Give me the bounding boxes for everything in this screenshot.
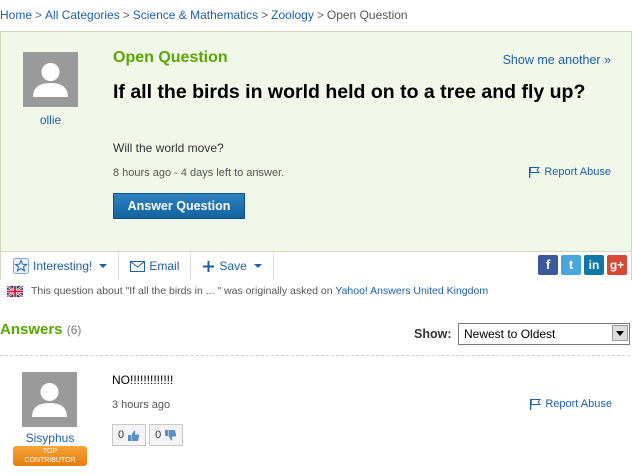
origin-site-link[interactable]: Yahoo! Answers United Kingdom xyxy=(335,285,488,297)
twitter-icon[interactable]: t xyxy=(561,255,581,275)
question-meta: 8 hours ago - 4 days left to answer. xyxy=(113,167,285,179)
answer-votes: 0 0 xyxy=(112,424,184,446)
flag-icon xyxy=(530,399,542,410)
answers-heading-label: Answers xyxy=(0,321,63,338)
breadcrumb-separator: > xyxy=(122,8,130,22)
sort-order-select[interactable]: Newest to Oldest xyxy=(458,323,630,345)
thumbs-up-icon xyxy=(128,430,140,441)
question-detail: Will the world move? xyxy=(113,141,224,155)
answer-question-button[interactable]: Answer Question xyxy=(113,193,245,219)
thumbs-down-count: 0 xyxy=(155,429,162,441)
dropdown-arrow-icon[interactable] xyxy=(612,325,628,341)
asker-name[interactable]: ollie xyxy=(23,113,78,127)
flag-icon xyxy=(529,167,541,178)
question-panel: ollie Open Question Show me another » If… xyxy=(0,31,632,280)
envelope-icon xyxy=(130,260,146,272)
thumbs-up-button[interactable]: 0 xyxy=(112,424,147,446)
answers-heading: Answers (6) xyxy=(0,321,81,338)
user-silhouette-icon xyxy=(22,372,77,427)
show-another-link[interactable]: Show me another » xyxy=(503,53,611,67)
breadcrumb: Home > All Categories > Science & Mathematic… xyxy=(0,8,408,22)
sort-order-value: Newest to Oldest xyxy=(464,327,556,341)
asker-avatar[interactable] xyxy=(23,52,78,107)
breadcrumb-separator: > xyxy=(316,8,324,22)
save-label: Save xyxy=(219,259,247,273)
report-abuse-label: Report Abuse xyxy=(544,166,611,178)
thumbs-up-count: 0 xyxy=(118,429,125,441)
badge-line-top: TOP xyxy=(42,448,58,455)
breadcrumb-separator: > xyxy=(35,8,43,22)
breadcrumb-home[interactable]: Home xyxy=(0,8,32,22)
email-label: Email xyxy=(149,259,180,273)
breadcrumb-all-categories[interactable]: All Categories xyxy=(45,8,120,22)
top-contributor-badge: TOP CONTRIBUTOR xyxy=(13,446,87,466)
social-share-icons: f t in g+ xyxy=(538,255,627,275)
question-status: Open Question xyxy=(113,49,228,66)
star-icon xyxy=(13,258,29,274)
interesting-button[interactable]: Interesting! xyxy=(1,252,120,280)
breadcrumb-current: Open Question xyxy=(326,8,408,22)
answer-report-abuse-link[interactable]: Report Abuse xyxy=(529,398,612,410)
linkedin-icon[interactable]: in xyxy=(584,255,604,275)
sort-label: Show: xyxy=(414,327,452,341)
answer-text: NO!!!!!!!!!!!!! xyxy=(112,373,174,387)
origin-note: This question about "If all the birds in… xyxy=(7,285,488,297)
breadcrumb-separator: > xyxy=(261,8,269,22)
chevron-down-icon xyxy=(253,264,262,268)
thumbs-down-button[interactable]: 0 xyxy=(149,424,184,446)
report-abuse-label: Report Abuse xyxy=(545,398,612,410)
breadcrumb-zoology[interactable]: Zoology xyxy=(271,8,314,22)
uk-flag-icon xyxy=(7,285,23,297)
answers-divider xyxy=(0,355,630,356)
google-plus-icon[interactable]: g+ xyxy=(607,255,627,275)
answers-count: (6) xyxy=(66,323,82,337)
facebook-icon[interactable]: f xyxy=(538,255,558,275)
answerer-avatar[interactable] xyxy=(22,372,77,427)
question-toolbar: Interesting! Email Save f t in g+ xyxy=(1,251,631,280)
interesting-label: Interesting! xyxy=(33,259,93,273)
question-title: If all the birds in world held on to a t… xyxy=(113,81,586,103)
save-button[interactable]: Save xyxy=(191,252,274,280)
answer-time: 3 hours ago xyxy=(112,399,171,411)
question-report-abuse-link[interactable]: Report Abuse xyxy=(528,166,611,178)
badge-line-contributor: CONTRIBUTOR xyxy=(24,457,76,464)
plus-icon xyxy=(203,260,215,272)
origin-note-text: This question about "If all the birds in… xyxy=(31,285,336,297)
answerer-name[interactable]: Sisyphus xyxy=(17,431,83,445)
thumbs-down-icon xyxy=(165,429,177,440)
user-silhouette-icon xyxy=(23,52,78,107)
email-button[interactable]: Email xyxy=(119,252,192,280)
chevron-down-icon xyxy=(99,264,108,268)
breadcrumb-science-mathematics[interactable]: Science & Mathematics xyxy=(133,8,258,22)
